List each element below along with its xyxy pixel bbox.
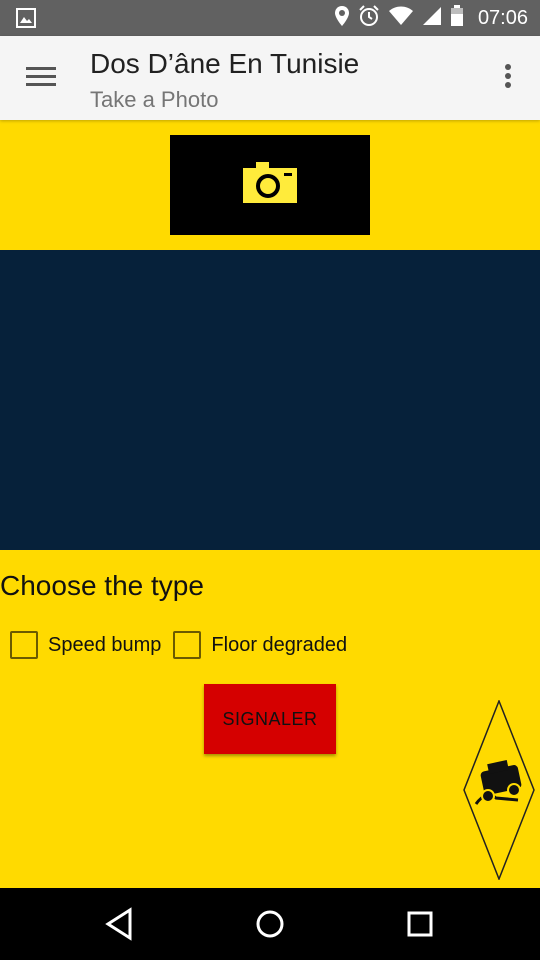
page-subtitle: Take a Photo	[90, 87, 219, 112]
floor-degraded-checkbox[interactable]	[173, 631, 202, 659]
speed-bump-option[interactable]: Speed bump	[10, 631, 161, 659]
overflow-menu-icon[interactable]	[502, 64, 514, 92]
hamburger-icon[interactable]	[26, 65, 56, 89]
back-icon[interactable]	[100, 906, 140, 942]
location-icon	[334, 5, 350, 32]
bump-warning-sign-icon	[462, 698, 536, 882]
status-time: 07:06	[477, 6, 528, 29]
page-title: Dos D’âne En Tunisie	[90, 48, 360, 79]
photo-preview	[0, 250, 540, 550]
recents-icon[interactable]	[400, 906, 440, 942]
floor-degraded-option[interactable]: Floor degraded	[173, 631, 347, 659]
status-icons: 07:06	[334, 0, 528, 36]
floor-degraded-label: Floor degraded	[211, 633, 348, 656]
take-photo-button[interactable]	[170, 135, 370, 235]
signaler-button[interactable]: SIGNALER	[204, 684, 336, 754]
navigation-bar	[0, 888, 540, 960]
wifi-icon	[388, 6, 414, 31]
signal-icon	[422, 6, 442, 31]
speed-bump-label: Speed bump	[48, 633, 162, 656]
home-icon[interactable]	[250, 906, 290, 942]
alarm-icon	[358, 4, 380, 32]
speed-bump-checkbox[interactable]	[10, 631, 38, 659]
type-options: Speed bump Floor degraded	[10, 631, 359, 659]
battery-icon	[450, 4, 464, 32]
section-title: Choose the type	[0, 570, 204, 601]
camera-icon	[242, 161, 298, 210]
app-bar: Dos D’âne En Tunisie Take a Photo	[0, 36, 540, 120]
image-icon	[16, 8, 36, 33]
status-bar: 07:06	[0, 0, 540, 36]
